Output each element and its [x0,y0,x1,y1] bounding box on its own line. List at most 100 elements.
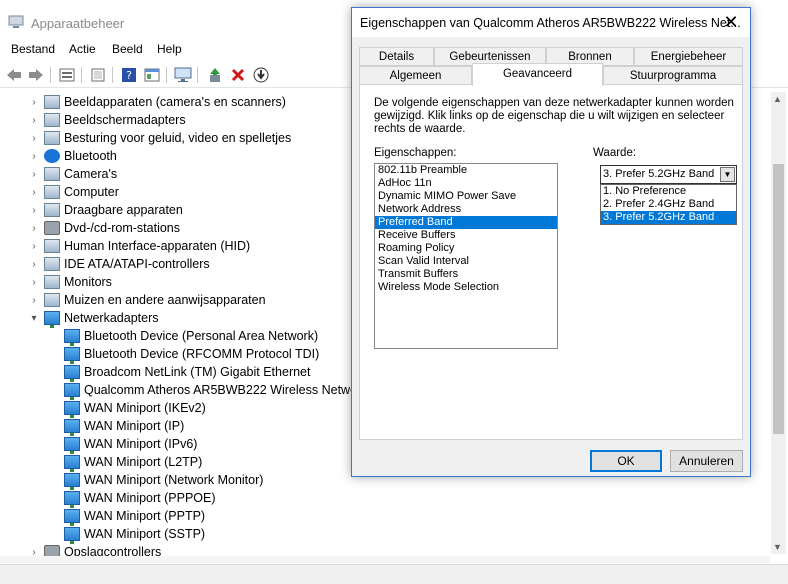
value-option[interactable]: 2. Prefer 2.4GHz Band [601,198,736,211]
expand-arrow-icon[interactable]: › [28,187,40,198]
tree-device[interactable]: WAN Miniport (SSTP) [64,525,205,544]
tree-label: WAN Miniport (PPPOE) [84,491,216,505]
toolbar-separator [197,67,198,83]
tree-category[interactable]: ▾ Netwerkadapters [28,309,159,328]
mouse-icon [44,293,60,307]
value-dropdown[interactable]: 3. Prefer 5.2GHz Band ▼ [600,165,737,184]
tree-category[interactable]: › Besturing voor geluid, video en spellet… [28,129,291,147]
tab-stuurprogramma[interactable]: Stuurprogramma [603,66,743,85]
vertical-scrollbar[interactable]: ▲ ▼ [771,92,786,554]
expand-arrow-icon[interactable]: › [28,169,40,180]
tree-category[interactable]: › Beeldapparaten (camera's en scanners) [28,93,286,111]
expand-arrow-icon[interactable]: › [28,205,40,216]
chevron-down-icon[interactable]: ▼ [720,167,735,182]
expand-arrow-icon[interactable]: › [28,295,40,306]
properties-icon[interactable] [58,66,76,84]
tree-category[interactable]: › Computer [28,183,119,201]
tree-category[interactable]: › Dvd-/cd-rom-stations [28,219,180,237]
tree-category[interactable]: › Monitors [28,273,112,291]
expand-arrow-icon[interactable]: › [28,259,40,270]
tree-label: Draagbare apparaten [64,203,183,217]
property-list-item[interactable]: Wireless Mode Selection [375,281,557,294]
tree-device[interactable]: WAN Miniport (Network Monitor) [64,471,264,490]
value-option[interactable]: 3. Prefer 5.2GHz Band [601,211,736,224]
expand-arrow-icon[interactable]: › [28,151,40,162]
tree-device[interactable]: Qualcomm Atheros AR5BWB222 Wireless Netw… [64,381,368,400]
tree-label: Qualcomm Atheros AR5BWB222 Wireless Netw… [84,383,368,397]
properties-sheet-icon[interactable] [143,66,161,84]
property-list-item[interactable]: Receive Buffers [375,229,557,242]
update-driver-icon[interactable] [206,66,224,84]
property-list-item[interactable]: Dynamic MIMO Power Save [375,190,557,203]
monitor-scan-icon[interactable] [174,66,192,84]
uninstall-x-icon[interactable] [229,66,247,84]
property-list-item[interactable]: Network Address [375,203,557,216]
tree-label: WAN Miniport (IPv6) [84,437,198,451]
menu-actie[interactable]: Actie [69,42,96,56]
tree-label: IDE ATA/ATAPI-controllers [64,257,210,271]
expand-arrow-icon[interactable]: › [28,115,40,126]
tree-category[interactable]: › Bluetooth [28,147,117,165]
property-list-item[interactable]: Transmit Buffers [375,268,557,281]
tree-category[interactable]: › Camera's [28,165,117,183]
tab-details[interactable]: Details [359,47,434,66]
tree-label: Muizen en andere aanwijsapparaten [64,293,266,307]
ok-button[interactable]: OK [590,450,662,472]
tree-label: WAN Miniport (IKEv2) [84,401,206,415]
tree-device[interactable]: WAN Miniport (IPv6) [64,435,198,454]
help-icon[interactable]: ? [120,66,138,84]
tab-geavanceerd[interactable]: Geavanceerd [472,63,603,86]
download-driver-icon[interactable] [252,66,270,84]
tree-device[interactable]: WAN Miniport (IP) [64,417,184,436]
tree-category[interactable]: › Human Interface-apparaten (HID) [28,237,250,255]
network-adapter-icon [64,473,80,490]
description-text: De volgende eigenschappen van deze netwe… [374,97,734,135]
cancel-button[interactable]: Annuleren [670,450,743,472]
tree-device[interactable]: Bluetooth Device (RFCOMM Protocol TDI) [64,345,320,364]
property-list-item[interactable]: Roaming Policy [375,242,557,255]
properties-label: Eigenschappen: [374,147,457,159]
menu-help[interactable]: Help [157,42,182,56]
expand-arrow-icon[interactable]: › [28,133,40,144]
forward-arrow-icon[interactable] [27,66,45,84]
expand-arrow-icon[interactable]: › [28,223,40,234]
scroll-down-arrow-icon[interactable]: ▼ [773,542,782,552]
tree-device[interactable]: WAN Miniport (L2TP) [64,453,202,472]
tree-category[interactable]: › Draagbare apparaten [28,201,183,219]
toolbar-separator [50,67,51,83]
tree-category[interactable]: › Muizen en andere aanwijsapparaten [28,291,266,309]
value-options-list[interactable]: 1. No Preference 2. Prefer 2.4GHz Band 3. … [600,184,737,225]
tree-label: Computer [64,185,119,199]
close-icon[interactable]: ✕ [718,11,744,33]
tree-device[interactable]: WAN Miniport (PPPOE) [64,489,216,508]
tree-label: Bluetooth Device (RFCOMM Protocol TDI) [84,347,320,361]
expand-arrow-icon[interactable]: › [28,277,40,288]
back-arrow-icon[interactable] [5,66,23,84]
tree-label: WAN Miniport (Network Monitor) [84,473,264,487]
tree-device[interactable]: WAN Miniport (IKEv2) [64,399,206,418]
tree-device[interactable]: Broadcom NetLink (TM) Gigabit Ethernet [64,363,310,382]
network-adapter-icon [44,311,60,328]
expand-arrow-icon[interactable]: › [28,241,40,252]
tree-device[interactable]: Bluetooth Device (Personal Area Network) [64,327,318,346]
tree-category[interactable]: › Beeldschermadapters [28,111,186,129]
horizontal-scrollbar[interactable] [0,556,770,564]
property-list-item[interactable]: AdHoc 11n [375,177,557,190]
tree-device[interactable]: WAN Miniport (PPTP) [64,507,205,526]
tree-category[interactable]: › IDE ATA/ATAPI-controllers [28,255,210,273]
menu-beeld[interactable]: Beeld [112,42,143,56]
tab-energiebeheer[interactable]: Energiebeheer [634,47,743,66]
properties-listbox[interactable]: 802.11b Preamble AdHoc 11n Dynamic MIMO Po… [374,163,558,349]
scroll-up-arrow-icon[interactable]: ▲ [773,94,782,104]
property-list-item[interactable]: Preferred Band [375,216,557,229]
value-option[interactable]: 1. No Preference [601,185,736,198]
scrollbar-thumb[interactable] [773,164,784,434]
property-list-item[interactable]: Scan Valid Interval [375,255,557,268]
collapse-arrow-icon[interactable]: ▾ [28,313,40,324]
menu-bestand[interactable]: Bestand [11,42,55,56]
tree-label: Beeldapparaten (camera's en scanners) [64,95,286,109]
expand-arrow-icon[interactable]: › [28,97,40,108]
tab-algemeen[interactable]: Algemeen [359,66,472,85]
property-list-item[interactable]: 802.11b Preamble [375,164,557,177]
show-hidden-icon[interactable] [89,66,107,84]
